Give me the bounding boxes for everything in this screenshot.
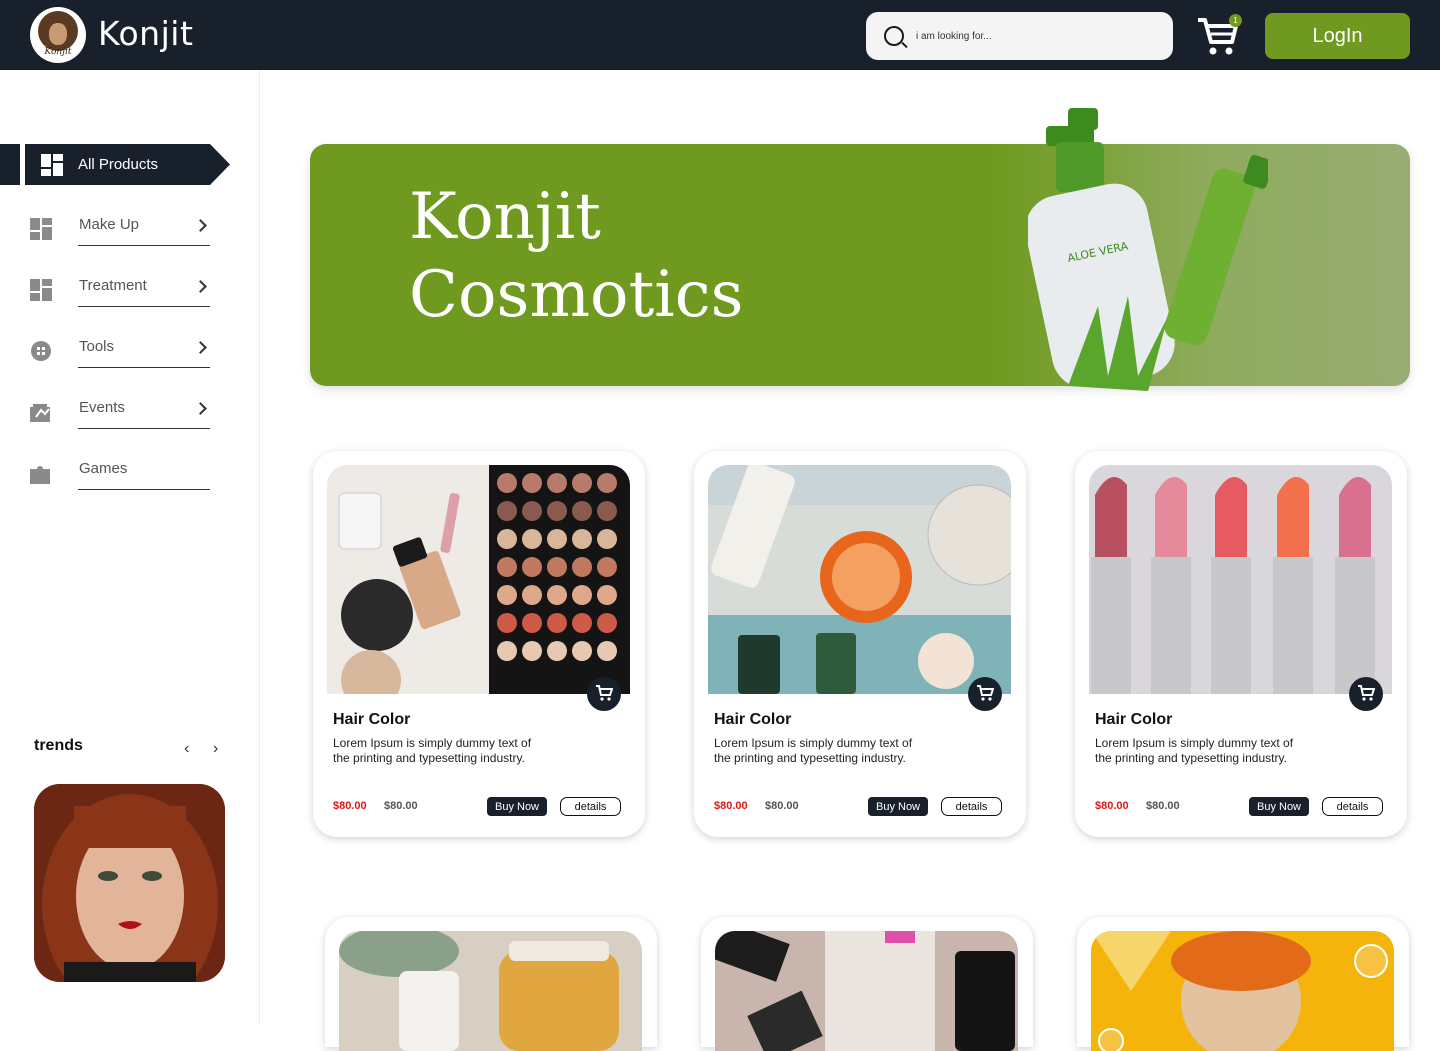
product-image[interactable] bbox=[327, 465, 630, 694]
product-title: Hair Color bbox=[714, 711, 792, 728]
grid-icon bbox=[30, 218, 52, 240]
trends-next-button[interactable]: › bbox=[213, 740, 218, 758]
product-card[interactable]: Hair Color Lorem Ipsum is simply dummy t… bbox=[313, 451, 645, 837]
search-input[interactable] bbox=[916, 24, 1156, 48]
add-to-cart-button[interactable] bbox=[968, 677, 1002, 711]
puzzle-icon bbox=[30, 466, 50, 484]
logo-face bbox=[49, 23, 67, 45]
grid-icon bbox=[30, 279, 52, 301]
search-icon[interactable] bbox=[884, 26, 904, 46]
buy-now-button[interactable]: Buy Now bbox=[1249, 797, 1309, 816]
details-button[interactable]: details bbox=[1322, 797, 1383, 816]
cart-icon bbox=[1358, 684, 1376, 701]
product-description: Lorem Ipsum is simply dummy text of the … bbox=[333, 736, 532, 765]
divider bbox=[78, 428, 210, 429]
chevron-right-icon bbox=[194, 341, 207, 354]
product-description: Lorem Ipsum is simply dummy text of the … bbox=[714, 736, 913, 765]
brand-name[interactable]: Konjit bbox=[98, 14, 193, 53]
aloe-vera-bottle-image: ALOE VERA bbox=[1028, 108, 1268, 391]
sidebar: All Products Make Up Treatment Tools Eve… bbox=[0, 70, 260, 1024]
chevron-right-icon bbox=[194, 280, 207, 293]
details-button[interactable]: details bbox=[560, 797, 621, 816]
sidebar-item-label: Make Up bbox=[79, 216, 140, 233]
product-image[interactable] bbox=[715, 931, 1018, 1051]
lipsticks-image bbox=[1089, 465, 1392, 694]
active-indicator bbox=[0, 144, 20, 185]
product-regular-price: $80.00 bbox=[1146, 800, 1180, 812]
sidebar-item-label: All Products bbox=[78, 156, 159, 173]
product-card[interactable] bbox=[701, 917, 1033, 1051]
hero-title-line2: Cosmotics bbox=[409, 258, 744, 332]
buy-now-button[interactable]: Buy Now bbox=[868, 797, 928, 816]
chevron-right-icon bbox=[194, 219, 207, 232]
add-to-cart-button[interactable] bbox=[1349, 677, 1383, 711]
sidebar-item-label: Tools bbox=[79, 338, 115, 355]
perfume-box-image bbox=[715, 931, 1018, 1051]
login-button[interactable]: LogIn bbox=[1265, 13, 1410, 59]
cream-jars-image bbox=[339, 931, 642, 1051]
top-bar: Konjit Konjit 1 LogIn bbox=[0, 0, 1440, 70]
sidebar-item-treatment[interactable]: Treatment bbox=[30, 272, 210, 308]
yellow-lifestyle-image bbox=[1091, 931, 1394, 1051]
divider bbox=[78, 367, 210, 368]
product-sale-price: $80.00 bbox=[333, 800, 367, 812]
sidebar-item-tools[interactable]: Tools bbox=[30, 333, 210, 369]
events-icon bbox=[30, 404, 50, 422]
product-sale-price: $80.00 bbox=[714, 800, 748, 812]
chevron-right-icon bbox=[194, 402, 207, 415]
cart-icon bbox=[977, 684, 995, 701]
product-card[interactable]: Hair Color Lorem Ipsum is simply dummy t… bbox=[694, 451, 1026, 837]
product-sale-price: $80.00 bbox=[1095, 800, 1129, 812]
buy-now-button[interactable]: Buy Now bbox=[487, 797, 547, 816]
product-image[interactable] bbox=[1091, 931, 1394, 1051]
product-title: Hair Color bbox=[333, 711, 411, 728]
sidebar-item-label: Treatment bbox=[79, 277, 147, 294]
cart-button[interactable]: 1 bbox=[1196, 14, 1242, 58]
skincare-products-image bbox=[708, 465, 1011, 694]
product-image[interactable] bbox=[339, 931, 642, 1051]
product-card[interactable]: Hair Color Lorem Ipsum is simply dummy t… bbox=[1075, 451, 1407, 837]
divider bbox=[78, 489, 210, 490]
sidebar-item-games[interactable]: Games bbox=[30, 455, 210, 491]
divider bbox=[78, 306, 210, 307]
search-box[interactable] bbox=[866, 12, 1173, 60]
makeup-palette-image bbox=[327, 465, 630, 694]
cart-count-badge: 1 bbox=[1229, 14, 1242, 27]
dashboard-icon bbox=[41, 154, 63, 176]
cart-icon bbox=[596, 684, 614, 701]
product-title: Hair Color bbox=[1095, 711, 1173, 728]
trends-prev-button[interactable]: ‹ bbox=[184, 740, 189, 758]
product-regular-price: $80.00 bbox=[765, 800, 799, 812]
product-card[interactable] bbox=[1077, 917, 1409, 1051]
logo-text: Konjit bbox=[44, 47, 72, 57]
details-button[interactable]: details bbox=[941, 797, 1002, 816]
product-image[interactable] bbox=[708, 465, 1011, 694]
trend-image[interactable] bbox=[34, 784, 225, 982]
product-regular-price: $80.00 bbox=[384, 800, 418, 812]
trends-title: trends bbox=[34, 737, 83, 754]
logo[interactable]: Konjit bbox=[30, 7, 86, 63]
divider bbox=[78, 245, 210, 246]
sidebar-item-all-products[interactable]: All Products bbox=[25, 144, 230, 185]
sidebar-item-label: Events bbox=[79, 399, 125, 416]
product-card[interactable] bbox=[325, 917, 657, 1051]
sidebar-item-label: Games bbox=[79, 460, 128, 477]
sidebar-item-make-up[interactable]: Make Up bbox=[30, 211, 210, 247]
add-to-cart-button[interactable] bbox=[587, 677, 621, 711]
sidebar-item-events[interactable]: Events bbox=[30, 394, 210, 430]
product-description: Lorem Ipsum is simply dummy text of the … bbox=[1095, 736, 1294, 765]
trend-portrait bbox=[34, 784, 225, 982]
hero-title-line1: Konjit bbox=[409, 180, 601, 254]
product-image[interactable] bbox=[1089, 465, 1392, 694]
tools-icon bbox=[31, 341, 51, 361]
